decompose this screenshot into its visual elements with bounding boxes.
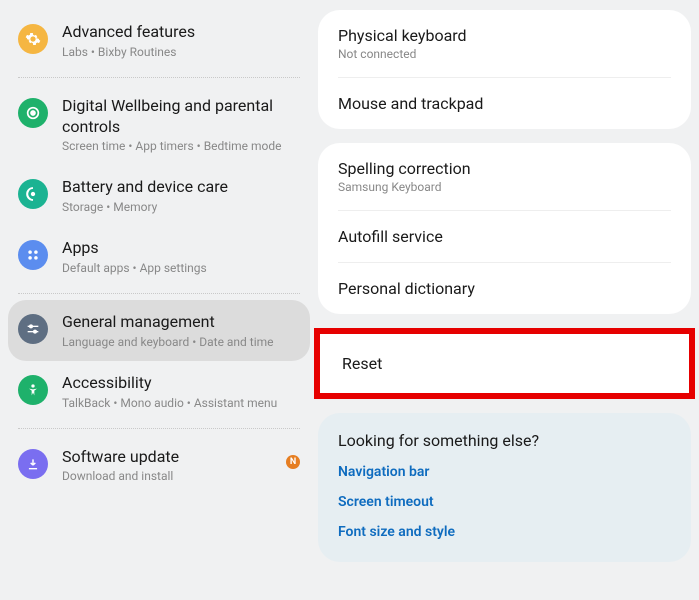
sidebar-item-digital-wellbeing[interactable]: Digital Wellbeing and parental controls … <box>8 84 310 166</box>
sidebar-item-apps[interactable]: Apps Default apps • App settings <box>8 226 310 287</box>
sliders-icon <box>18 314 48 344</box>
sidebar-item-sub: Labs • Bixby Routines <box>62 45 300 59</box>
item-autofill-service[interactable]: Autofill service <box>318 211 691 262</box>
sidebar-item-sub: Language and keyboard • Date and time <box>62 335 300 349</box>
sidebar-item-title: Accessibility <box>62 373 300 394</box>
item-reset[interactable]: Reset <box>320 334 689 393</box>
item-title: Mouse and trackpad <box>338 94 671 113</box>
download-icon <box>18 449 48 479</box>
card-looking-for: Looking for something else? Navigation b… <box>318 413 691 562</box>
sidebar-item-title: Advanced features <box>62 22 300 43</box>
sidebar-item-sub: Download and install <box>62 469 286 483</box>
target-icon <box>18 98 48 128</box>
sidebar-item-software-update[interactable]: Software update Download and install N <box>8 435 310 496</box>
item-mouse-trackpad[interactable]: Mouse and trackpad <box>318 78 691 129</box>
divider <box>18 428 300 429</box>
card-reset-highlighted: Reset <box>314 328 695 399</box>
sidebar-item-title: Digital Wellbeing and parental controls <box>62 96 300 138</box>
item-physical-keyboard[interactable]: Physical keyboard Not connected <box>318 10 691 77</box>
person-icon <box>18 375 48 405</box>
item-title: Spelling correction <box>338 159 671 178</box>
divider <box>18 77 300 78</box>
divider <box>18 293 300 294</box>
sidebar-item-sub: Screen time • App timers • Bedtime mode <box>62 139 300 153</box>
sidebar-item-sub: Storage • Memory <box>62 200 300 214</box>
sidebar-item-title: General management <box>62 312 300 333</box>
sidebar-item-accessibility[interactable]: Accessibility TalkBack • Mono audio • As… <box>8 361 310 422</box>
item-title: Personal dictionary <box>338 279 671 298</box>
item-spelling-correction[interactable]: Spelling correction Samsung Keyboard <box>318 143 691 210</box>
sidebar-item-sub: TalkBack • Mono audio • Assistant menu <box>62 396 300 410</box>
link-font-size-style[interactable]: Font size and style <box>338 524 671 540</box>
settings-content: Physical keyboard Not connected Mouse an… <box>318 0 699 600</box>
sidebar-item-title: Software update <box>62 447 286 468</box>
item-title: Physical keyboard <box>338 26 671 45</box>
item-sub: Samsung Keyboard <box>338 180 671 194</box>
sidebar-item-title: Apps <box>62 238 300 259</box>
card-language-input: Spelling correction Samsung Keyboard Aut… <box>318 143 691 314</box>
gear-icon <box>18 24 48 54</box>
link-navigation-bar[interactable]: Navigation bar <box>338 464 671 480</box>
link-screen-timeout[interactable]: Screen timeout <box>338 494 671 510</box>
sidebar-item-title: Battery and device care <box>62 177 300 198</box>
item-title: Reset <box>342 354 667 373</box>
looking-title: Looking for something else? <box>338 431 671 450</box>
item-personal-dictionary[interactable]: Personal dictionary <box>318 263 691 314</box>
sidebar-item-sub: Default apps • App settings <box>62 261 300 275</box>
spin-icon <box>18 179 48 209</box>
notification-badge: N <box>286 455 300 469</box>
sidebar-item-battery-device-care[interactable]: Battery and device care Storage • Memory <box>8 165 310 226</box>
sidebar-item-advanced-features[interactable]: Advanced features Labs • Bixby Routines <box>8 10 310 71</box>
settings-sidebar: Advanced features Labs • Bixby Routines … <box>0 0 318 600</box>
sidebar-item-general-management[interactable]: General management Language and keyboard… <box>8 300 310 361</box>
card-input-devices: Physical keyboard Not connected Mouse an… <box>318 10 691 129</box>
item-title: Autofill service <box>338 227 671 246</box>
grid-icon <box>18 240 48 270</box>
item-sub: Not connected <box>338 47 671 61</box>
